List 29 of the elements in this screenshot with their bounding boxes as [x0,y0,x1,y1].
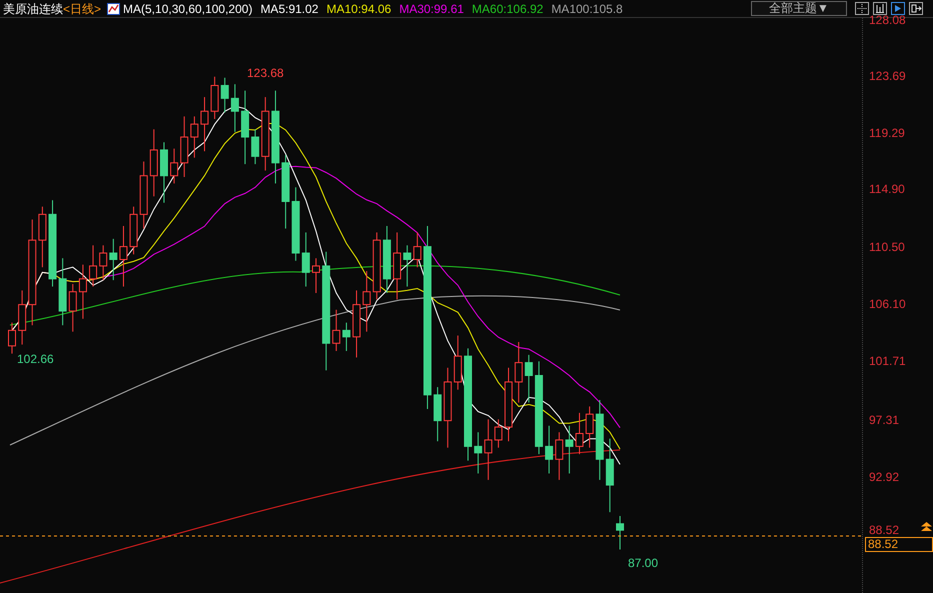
triangle-icon [921,522,932,531]
last-price-label: 88.52 [865,537,933,552]
axis-label: 97.31 [869,414,900,427]
period-label: <日线> [63,0,102,18]
axis-label: 92.92 [869,471,900,484]
theme-dropdown[interactable]: 全部主题▼ [751,1,847,16]
axis-label: 114.90 [869,183,905,196]
exit-icon[interactable] [909,2,923,15]
axis-label: 123.69 [869,70,906,83]
axis-label: 110.50 [869,241,905,254]
indicator-label: MA(5,10,30,60,100,200) [123,0,252,18]
price-annotation: 87.00 [628,557,658,570]
legend-label: MA5:91.02 [260,0,318,18]
axis-label: 119.29 [869,127,905,140]
legend-label: MA10:94.06 [326,0,392,18]
legend-label: MA30:99.61 [399,0,464,18]
legend-label: MA100:105.8 [551,0,623,18]
crosshair-icon[interactable] [855,2,869,15]
instrument-title: 美原油连续 [3,0,63,18]
axis-label: 128.08 [869,14,906,27]
play-icon[interactable] [891,2,905,15]
bar-chart-icon[interactable] [873,2,887,15]
chart-icon [107,2,120,14]
axis-label: 101.71 [869,355,906,368]
legend-label: MA60:106.92 [472,0,544,18]
price-annotation: 123.68 [247,67,284,80]
price-annotation: 102.66 [17,353,54,366]
axis-label: 88.52 [869,524,900,537]
axis-label: 106.10 [869,298,906,311]
